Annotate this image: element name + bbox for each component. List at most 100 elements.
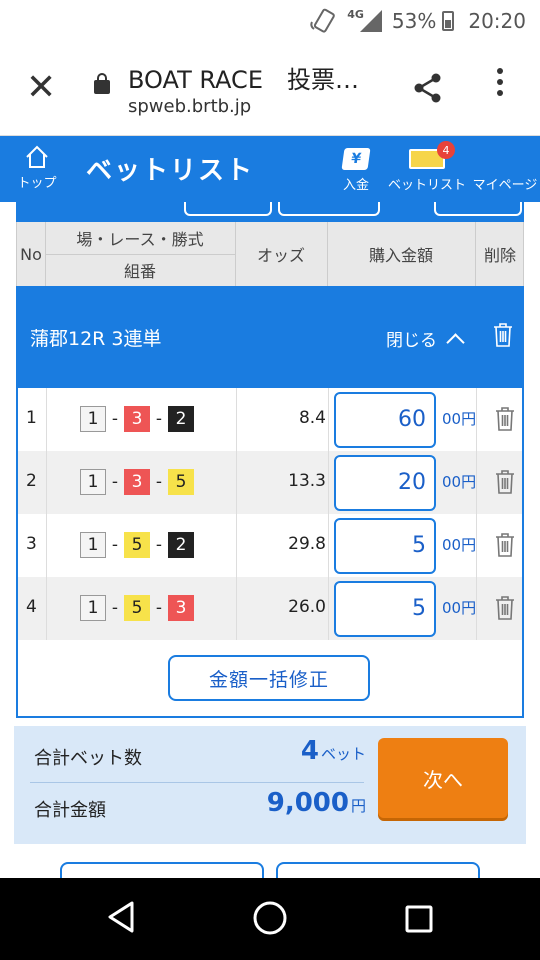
nav-mypage[interactable]: マイページ bbox=[470, 144, 540, 193]
bet-group: 蒲郡12R 3連単 閉じる 1 1-3-2 8.4 60 00円 2 1-3-5 13.3 20… bbox=[16, 286, 524, 718]
amount-unit: 00円 bbox=[442, 536, 477, 554]
ticket-icon: 4 bbox=[409, 141, 455, 169]
total-amount-value: 9,000 円 bbox=[266, 788, 366, 818]
combination: 1-3-2 bbox=[80, 406, 194, 432]
nav-mypage-label: マイページ bbox=[472, 178, 538, 193]
boat-number: 5 bbox=[124, 532, 150, 558]
boat-number: 2 bbox=[168, 406, 194, 432]
col-odds: オッズ bbox=[256, 246, 305, 265]
total-amount-label: 合計金額 bbox=[34, 800, 106, 821]
page-title: ベットリスト bbox=[86, 156, 255, 186]
summary-panel: 合計ベット数 4 ベット 合計金額 9,000 円 次へ bbox=[14, 726, 526, 844]
table-row: 3 1-5-2 29.8 5 00円 bbox=[18, 514, 522, 577]
combination: 1-5-3 bbox=[80, 595, 194, 621]
combination: 1-3-5 bbox=[80, 469, 194, 495]
browser-menu-icon[interactable] bbox=[492, 68, 508, 104]
recents-icon[interactable] bbox=[404, 904, 434, 938]
page-tab-title: BOAT RACE 投票… bbox=[128, 66, 359, 94]
vibrate-icon bbox=[309, 7, 337, 35]
collapse-label: 閉じる bbox=[386, 331, 437, 351]
clock: 20:20 bbox=[468, 9, 526, 33]
combo-separator: - bbox=[111, 598, 119, 618]
amount-unit: 00円 bbox=[442, 410, 477, 428]
bottom-button-right[interactable] bbox=[276, 862, 480, 878]
nav-deposit-label: 入金 bbox=[342, 178, 369, 193]
top-button-2[interactable] bbox=[278, 202, 380, 216]
home-icon bbox=[26, 145, 48, 168]
col-race: 場・レース・勝式 bbox=[76, 230, 204, 249]
col-delete: 削除 bbox=[483, 246, 516, 265]
hamburger-icon bbox=[470, 144, 540, 174]
row-number: 1 bbox=[26, 408, 37, 428]
boat-number: 3 bbox=[124, 406, 150, 432]
signal-icon: 4G bbox=[347, 7, 382, 32]
trash-icon bbox=[496, 533, 514, 557]
top-button-3[interactable] bbox=[434, 202, 522, 216]
delete-bet-button[interactable] bbox=[494, 595, 516, 625]
home-label: トップ bbox=[17, 176, 57, 191]
top-button-1[interactable] bbox=[184, 202, 272, 216]
battery-percent: 53% bbox=[391, 9, 437, 33]
back-icon[interactable] bbox=[106, 900, 136, 938]
nav-betlist[interactable]: 4 ベットリスト bbox=[388, 141, 467, 193]
home-button[interactable]: トップ bbox=[14, 144, 60, 191]
boat-number: 5 bbox=[168, 469, 194, 495]
url-text[interactable]: spweb.brtb.jp bbox=[128, 96, 251, 117]
odds-value: 8.4 bbox=[298, 408, 326, 428]
combo-separator: - bbox=[155, 472, 163, 492]
table-row: 2 1-3-5 13.3 20 00円 bbox=[18, 451, 522, 514]
bet-count-value: 4 ベット bbox=[300, 736, 366, 766]
bet-count-label: 合計ベット数 bbox=[34, 748, 142, 769]
amount-input[interactable]: 5 bbox=[334, 581, 436, 637]
delete-bet-button[interactable] bbox=[494, 532, 516, 562]
collapse-toggle[interactable]: 閉じる bbox=[386, 326, 465, 352]
row-number: 2 bbox=[26, 471, 37, 491]
amount-input[interactable]: 20 bbox=[334, 455, 436, 511]
bottom-buttons bbox=[0, 862, 540, 878]
combo-separator: - bbox=[111, 409, 119, 429]
close-tab-button[interactable]: ✕ bbox=[26, 70, 56, 106]
boat-number: 5 bbox=[124, 595, 150, 621]
odds-value: 29.8 bbox=[288, 534, 326, 554]
amount-input[interactable]: 60 bbox=[334, 392, 436, 448]
trash-icon bbox=[496, 470, 514, 494]
delete-bet-button[interactable] bbox=[494, 469, 516, 499]
home-circle-icon[interactable] bbox=[252, 900, 288, 940]
row-number: 4 bbox=[26, 597, 37, 617]
delete-bet-button[interactable] bbox=[494, 406, 516, 436]
group-title: 蒲郡12R 3連単 bbox=[30, 328, 162, 350]
combo-separator: - bbox=[111, 472, 119, 492]
delete-group-button[interactable] bbox=[492, 322, 512, 347]
trash-icon bbox=[496, 407, 514, 431]
nav-deposit[interactable]: ¥ 入金 bbox=[334, 144, 378, 193]
amount-input[interactable]: 5 bbox=[334, 518, 436, 574]
combo-separator: - bbox=[155, 535, 163, 555]
main-content: No 場・レース・勝式 組番 オッズ 購入金額 削除 蒲郡12R 3連単 閉じる… bbox=[0, 202, 540, 878]
amount-unit: 00円 bbox=[442, 599, 477, 617]
col-no: No bbox=[20, 244, 42, 264]
browser-toolbar: ✕ BOAT RACE 投票… spweb.brtb.jp bbox=[0, 42, 540, 136]
boat-number: 1 bbox=[80, 532, 106, 558]
bottom-button-left[interactable] bbox=[60, 862, 264, 878]
col-combo: 組番 bbox=[123, 262, 156, 281]
combo-separator: - bbox=[155, 598, 163, 618]
bulk-edit-button[interactable]: 金額一括修正 bbox=[168, 655, 370, 701]
group-header: 蒲郡12R 3連単 閉じる bbox=[16, 286, 524, 388]
trash-icon bbox=[494, 323, 512, 347]
col-amount: 購入金額 bbox=[368, 246, 433, 265]
next-button[interactable]: 次へ bbox=[378, 738, 508, 818]
nav-betlist-label: ベットリスト bbox=[388, 178, 467, 193]
betlist-count-badge: 4 bbox=[437, 141, 455, 159]
amount-unit: 00円 bbox=[442, 473, 477, 491]
trash-icon bbox=[496, 596, 514, 620]
chevron-up-icon bbox=[446, 332, 465, 352]
combo-separator: - bbox=[155, 409, 163, 429]
table-row: 1 1-3-2 8.4 60 00円 bbox=[18, 388, 522, 451]
yen-icon: ¥ bbox=[341, 148, 371, 170]
boat-number: 2 bbox=[168, 532, 194, 558]
share-icon[interactable] bbox=[410, 70, 446, 106]
network-type: 4G bbox=[347, 7, 364, 21]
lock-icon bbox=[94, 73, 110, 94]
boat-number: 1 bbox=[80, 595, 106, 621]
boat-number: 3 bbox=[124, 469, 150, 495]
